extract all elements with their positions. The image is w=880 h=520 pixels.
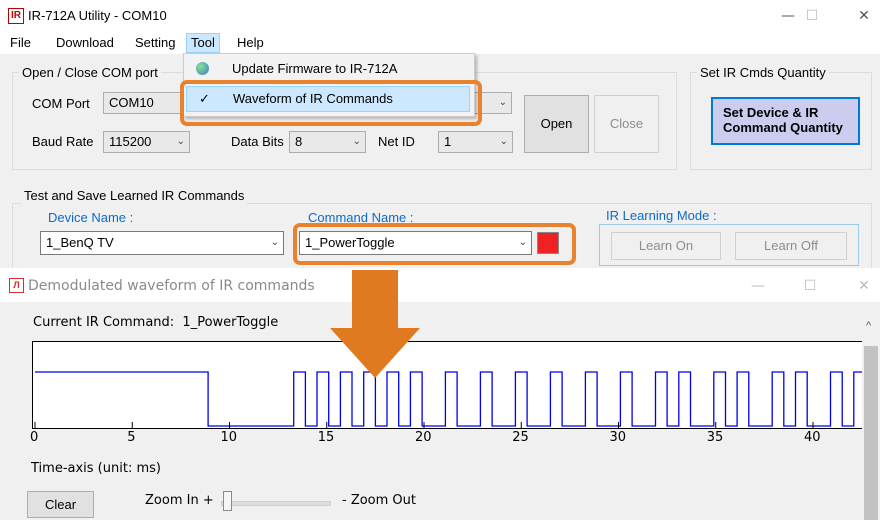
menu-setting[interactable]: Setting xyxy=(131,35,179,51)
chevron-down-icon: ⌄ xyxy=(270,237,279,248)
x-tick-label: 30 xyxy=(609,430,627,445)
zoom-slider-track[interactable] xyxy=(221,501,331,506)
vertical-scrollbar[interactable]: ^ xyxy=(862,316,880,520)
x-axis-label: Time-axis (unit: ms) xyxy=(31,461,161,476)
window-title: IR-712A Utility - COM10 xyxy=(28,8,167,23)
learning-mode-label: IR Learning Mode : xyxy=(606,208,717,223)
x-tick-label: 10 xyxy=(220,430,238,445)
clear-button[interactable]: Clear xyxy=(27,491,94,518)
x-tick-label: 35 xyxy=(706,430,724,445)
x-tick-label: 25 xyxy=(512,430,529,445)
chevron-down-icon: ⌄ xyxy=(498,97,507,108)
learn-off-button[interactable]: Learn Off xyxy=(735,232,847,260)
waveform-maximize-button[interactable]: ☐ xyxy=(795,276,825,296)
zoom-slider-thumb[interactable] xyxy=(223,491,232,511)
zoom-out-label: - Zoom Out xyxy=(342,493,417,508)
menu-update-firmware[interactable]: Update Firmware to IR-712A xyxy=(186,56,470,82)
x-tick-label: 15 xyxy=(317,430,335,445)
set-device-quantity-button[interactable]: Set Device & IR Command Quantity xyxy=(711,97,860,145)
x-tick-label: 5 xyxy=(127,430,136,445)
data-bits-label: Data Bits xyxy=(231,134,284,149)
menu-file[interactable]: File xyxy=(6,35,35,51)
cmds-quantity-group-title: Set IR Cmds Quantity xyxy=(697,65,829,81)
chevron-down-icon: ⌄ xyxy=(352,136,361,147)
x-axis-ticks: 0 5 10 15 20 25 30 35 40 xyxy=(20,428,862,450)
menu-tool[interactable]: Tool xyxy=(186,33,220,53)
highlight-frame-menu xyxy=(180,80,482,126)
com-port-value: COM10 xyxy=(109,95,154,110)
set-device-quantity-line1: Set Device & IR xyxy=(723,105,819,120)
arrow-down-icon xyxy=(330,270,420,378)
menu-download[interactable]: Download xyxy=(52,35,118,51)
com-port-group-title: Open / Close COM port xyxy=(19,65,161,81)
net-id-value: 1 xyxy=(444,134,452,149)
chevron-down-icon: ⌄ xyxy=(176,136,185,147)
device-name-select[interactable]: 1_BenQ TV ⌄ xyxy=(40,231,284,255)
device-name-label: Device Name : xyxy=(48,210,134,225)
baud-rate-select[interactable]: 115200 ⌄ xyxy=(103,131,190,153)
close-port-button[interactable]: Close xyxy=(594,95,659,153)
waveform-plot xyxy=(32,341,864,429)
device-name-value: 1_BenQ TV xyxy=(46,235,114,250)
waveform-window: Л Demodulated waveform of IR commands — … xyxy=(0,268,880,520)
baud-rate-label: Baud Rate xyxy=(32,134,94,149)
current-command-caption: Current IR Command: xyxy=(33,315,175,330)
learn-on-button[interactable]: Learn On xyxy=(611,232,721,260)
scrollbar-thumb[interactable] xyxy=(864,346,878,520)
open-button[interactable]: Open xyxy=(524,95,589,153)
x-tick-label: 0 xyxy=(30,430,39,445)
x-tick-label: 40 xyxy=(804,430,821,445)
highlight-frame-command xyxy=(293,223,576,265)
waveform-title-bar: Л Demodulated waveform of IR commands — … xyxy=(0,268,880,302)
main-window: IR IR-712A Utility - COM10 — ☐ ✕ File Do… xyxy=(0,0,880,275)
maximize-button[interactable]: ☐ xyxy=(797,6,827,26)
x-tick-label: 20 xyxy=(415,430,432,445)
net-id-select[interactable]: 1 ⌄ xyxy=(438,131,513,153)
title-bar: IR IR-712A Utility - COM10 — ☐ ✕ xyxy=(0,0,880,32)
waveform-window-title: Demodulated waveform of IR commands xyxy=(28,278,315,294)
app-icon: IR xyxy=(8,8,24,24)
menu-update-firmware-label: Update Firmware to IR-712A xyxy=(232,61,398,76)
test-save-group-title: Test and Save Learned IR Commands xyxy=(21,188,248,204)
zoom-in-label: Zoom In + xyxy=(145,493,214,508)
com-port-select[interactable]: COM10 xyxy=(103,92,183,114)
waveform-line xyxy=(35,371,863,427)
com-port-label: COM Port xyxy=(32,96,90,111)
close-button[interactable]: ✕ xyxy=(849,6,879,26)
waveform-svg xyxy=(34,371,863,428)
set-device-quantity-line2: Command Quantity xyxy=(723,120,843,135)
chevron-down-icon: ⌄ xyxy=(499,136,508,147)
current-command-value: 1_PowerToggle xyxy=(182,315,279,330)
data-bits-value: 8 xyxy=(295,134,303,149)
net-id-label: Net ID xyxy=(378,134,415,149)
scroll-up-icon[interactable]: ^ xyxy=(866,320,871,332)
waveform-app-icon: Л xyxy=(9,278,24,293)
data-bits-select[interactable]: 8 ⌄ xyxy=(289,131,366,153)
menu-bar: File Download Setting Tool Help xyxy=(0,32,880,54)
globe-update-icon xyxy=(196,62,209,75)
menu-help[interactable]: Help xyxy=(233,35,268,51)
baud-rate-value: 115200 xyxy=(109,134,152,149)
current-command-label: Current IR Command: 1_PowerToggle xyxy=(33,315,278,331)
waveform-minimize-button[interactable]: — xyxy=(743,276,773,296)
waveform-close-button[interactable]: ✕ xyxy=(849,276,879,296)
